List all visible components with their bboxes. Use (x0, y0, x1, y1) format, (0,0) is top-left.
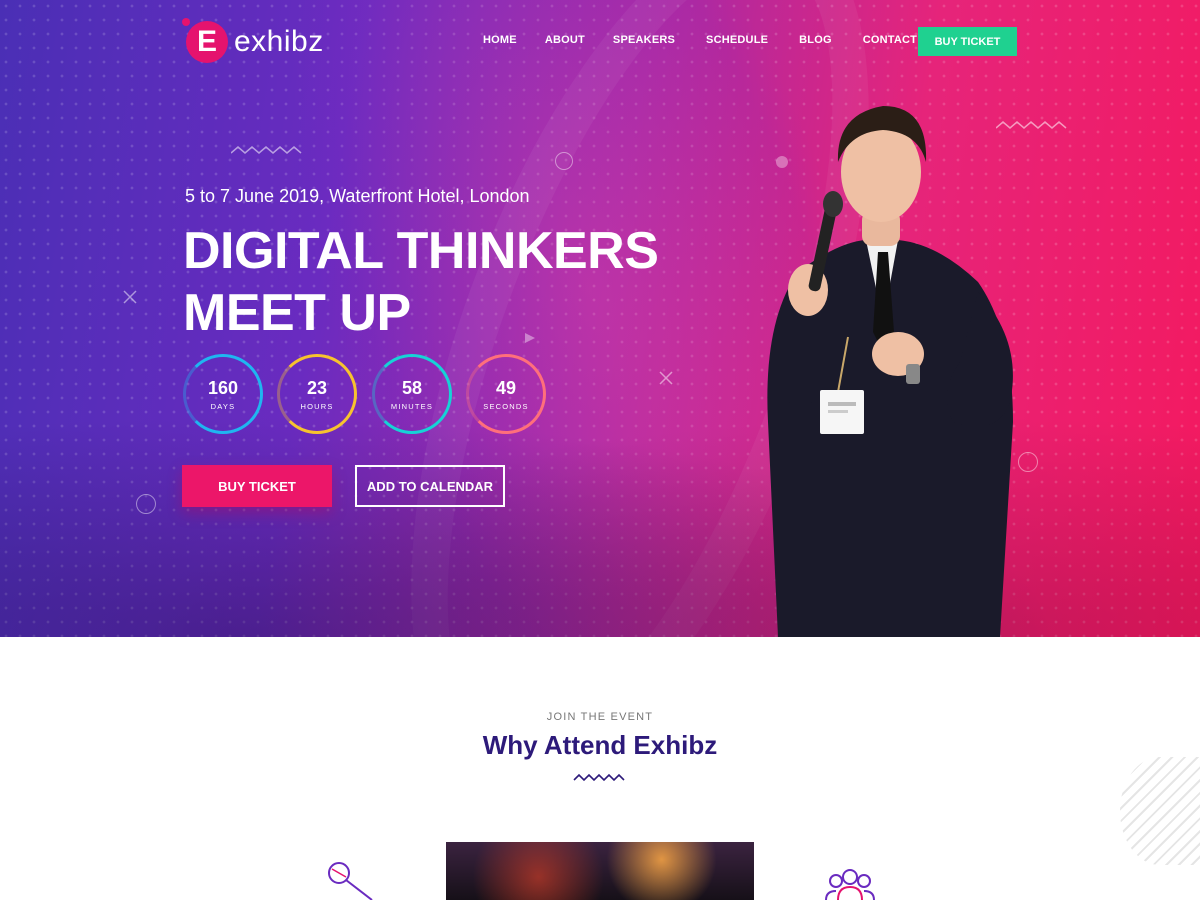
countdown-days-label: DAYS (210, 401, 236, 411)
nav-item-blog[interactable]: BLOG (799, 34, 832, 46)
ring-decoration (555, 152, 573, 170)
section-title: Why Attend Exhibz (482, 730, 718, 760)
microphone-icon (328, 862, 373, 900)
cross-decoration-2 (659, 371, 673, 385)
zigzag-decoration (231, 146, 302, 154)
hero-title: DIGITAL THINKERS MEET UP (183, 220, 659, 344)
logo-mark-icon: E (182, 18, 228, 63)
countdown-hours: 23 HOURS (277, 354, 357, 434)
add-to-calendar-button[interactable]: ADD TO CALENDAR (355, 465, 505, 507)
top-navigation: E exhibz HOME ABOUT SPEAKERS SCHEDULE BL… (0, 0, 1200, 84)
event-date-location: 5 to 7 June 2019, Waterfront Hotel, Lond… (185, 186, 530, 206)
nav-item-schedule[interactable]: SCHEDULE (706, 34, 768, 46)
nav-item-home[interactable]: HOME (483, 34, 517, 46)
hero-buy-ticket-button[interactable]: BUY TICKET (182, 465, 332, 507)
countdown-minutes: 58 MINUTES (372, 354, 452, 434)
hero-title-line1: DIGITAL THINKERS (183, 222, 659, 280)
nav-item-about[interactable]: ABOUT (545, 34, 585, 46)
nav-buy-ticket-button[interactable]: BUY TICKET (918, 27, 1017, 56)
countdown-minutes-label: MINUTES (390, 401, 434, 411)
speaker-photo (767, 106, 1013, 637)
countdown-hours-value: 23 (306, 377, 328, 398)
nav-item-speakers[interactable]: SPEAKERS (613, 34, 675, 46)
zigzag-divider-icon (573, 773, 625, 782)
striped-decoration (1120, 757, 1200, 865)
brand-logo[interactable]: E exhibz (182, 18, 324, 63)
countdown-seconds-label: SECONDS (483, 401, 529, 411)
countdown-hours-label: HOURS (300, 401, 334, 411)
hero-title-line2: MEET UP (183, 284, 411, 342)
brand-name: exhibz (234, 25, 324, 58)
countdown-minutes-value: 58 (401, 377, 423, 398)
group-icon (825, 869, 875, 900)
cross-decoration (123, 290, 137, 304)
main-menu: HOME ABOUT SPEAKERS SCHEDULE BLOG CONTAC… (483, 34, 917, 46)
nav-item-contact[interactable]: CONTACT (863, 34, 917, 46)
why-attend-section: JOIN THE EVENT Why Attend Exhibz (0, 637, 1200, 900)
ring-decoration-2 (136, 494, 156, 514)
hero-section: E exhibz HOME ABOUT SPEAKERS SCHEDULE BL… (0, 0, 1200, 637)
event-photo (446, 842, 754, 900)
countdown-seconds-value: 49 (495, 377, 517, 398)
countdown-seconds: 49 SECONDS (466, 354, 546, 434)
countdown-days-value: 160 (207, 377, 239, 398)
countdown-days: 160 DAYS (183, 354, 263, 434)
section-eyebrow: JOIN THE EVENT (546, 711, 654, 723)
